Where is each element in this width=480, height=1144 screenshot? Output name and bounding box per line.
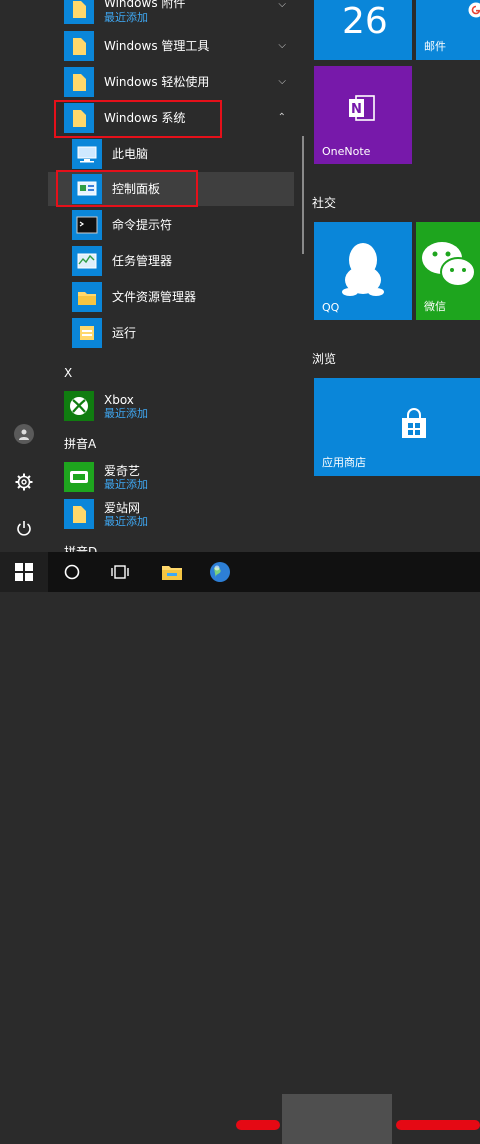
- group-header-x[interactable]: X: [64, 366, 72, 380]
- app-item-windows-accessories[interactable]: Windows 附件 最近添加 ⌵: [48, 0, 294, 26]
- tile-store[interactable]: 应用商店: [314, 378, 480, 476]
- terminal-icon: [72, 210, 102, 240]
- google-icon: [468, 2, 480, 18]
- taskbar: [0, 552, 480, 592]
- xbox-icon: [64, 391, 94, 421]
- start-left-rail: [0, 0, 48, 552]
- tile-calendar[interactable]: 26: [314, 0, 412, 60]
- run-icon: [72, 318, 102, 348]
- iqiyi-icon: [64, 462, 94, 492]
- app-item-xbox[interactable]: Xbox 最近添加: [48, 389, 294, 423]
- tile-wechat[interactable]: 微信: [416, 222, 480, 320]
- app-item-windows-ease-of-access[interactable]: Windows 轻松使用 ⌵: [48, 65, 294, 99]
- app-item-iqiyi[interactable]: 爱奇艺 最近添加: [48, 460, 294, 494]
- qq-penguin-icon: [340, 240, 386, 296]
- folder-icon: [161, 563, 183, 581]
- search-button[interactable]: [52, 552, 92, 592]
- app-item-windows-admin-tools[interactable]: Windows 管理工具 ⌵: [48, 29, 294, 63]
- power-icon: [16, 520, 32, 536]
- chevron-down-icon: ⌵: [278, 41, 286, 51]
- onenote-icon: N: [348, 94, 376, 122]
- tile-onenote[interactable]: N OneNote: [314, 66, 412, 164]
- folder-icon: [64, 0, 94, 24]
- folder-icon: [64, 67, 94, 97]
- blurred-taskbar-icons: [282, 1094, 392, 1144]
- windows-logo-icon: [15, 563, 33, 581]
- gear-icon: [15, 473, 33, 491]
- calendar-day: 26: [342, 2, 388, 42]
- folder-icon: [64, 499, 94, 529]
- app-list-scrollbar[interactable]: [302, 136, 304, 254]
- tile-mail[interactable]: 邮件: [416, 0, 480, 60]
- annotation-box-windows-system: [54, 100, 222, 138]
- power-button[interactable]: [8, 512, 40, 544]
- task-view-icon: [110, 564, 130, 580]
- app-item-task-manager[interactable]: 任务管理器: [48, 244, 294, 278]
- app-item-file-explorer[interactable]: 文件资源管理器: [48, 280, 294, 314]
- folder-icon: [64, 31, 94, 61]
- chevron-down-icon: ⌵: [278, 0, 286, 10]
- chevron-down-icon: ⌵: [278, 77, 286, 87]
- svg-text:N: N: [351, 102, 362, 117]
- redaction-mark: [236, 1120, 280, 1130]
- taskbar-file-explorer[interactable]: [152, 552, 192, 592]
- taskbar-browser[interactable]: [200, 552, 240, 592]
- annotation-box-control-panel: [56, 170, 198, 207]
- chevron-up-icon: ⌃: [278, 113, 286, 123]
- app-item-this-pc[interactable]: 此电脑: [48, 137, 294, 171]
- start-button[interactable]: [0, 552, 48, 592]
- section-header-browse[interactable]: 浏览: [312, 350, 336, 367]
- redaction-mark: [396, 1120, 480, 1130]
- app-item-command-prompt[interactable]: 命令提示符: [48, 208, 294, 242]
- wechat-icon: [420, 238, 480, 292]
- app-list: Windows 附件 最近添加 ⌵ Windows 管理工具 ⌵ Windows…: [48, 0, 296, 552]
- user-account-button[interactable]: [8, 418, 40, 450]
- settings-button[interactable]: [8, 466, 40, 498]
- search-circle-icon: [64, 564, 80, 580]
- task-manager-icon: [72, 246, 102, 276]
- user-avatar-icon: [14, 424, 34, 444]
- store-bag-icon: [398, 408, 430, 440]
- app-item-run[interactable]: 运行: [48, 316, 294, 350]
- app-item-aizhan[interactable]: 爱站网 最近添加: [48, 497, 294, 531]
- task-view-button[interactable]: [100, 552, 140, 592]
- computer-icon: [72, 139, 102, 169]
- tile-area: 26 邮件 N OneNote 社交 QQ 微信: [310, 0, 480, 552]
- tile-qq[interactable]: QQ: [314, 222, 412, 320]
- section-header-social[interactable]: 社交: [312, 194, 336, 211]
- file-explorer-icon: [72, 282, 102, 312]
- globe-icon: [209, 561, 231, 583]
- group-header-pinyin-a[interactable]: 拼音A: [64, 437, 96, 451]
